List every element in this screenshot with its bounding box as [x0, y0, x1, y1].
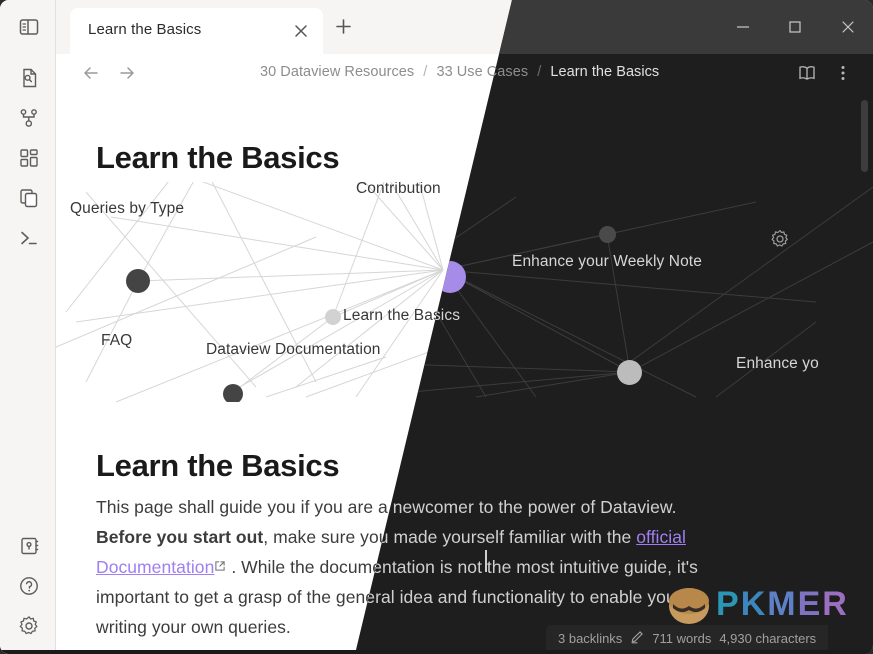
graph-node-enhance-your-weekly-note[interactable] [599, 226, 616, 243]
help-icon[interactable] [16, 573, 42, 599]
pkmer-wordmark: PKMER [716, 585, 849, 624]
terminal-icon[interactable] [16, 225, 42, 251]
graph-label-faq: FAQ [101, 332, 133, 349]
breadcrumb-separator: / [537, 64, 542, 80]
graph-label-contribution: Contribution [356, 182, 441, 197]
graph-icon[interactable] [16, 105, 42, 131]
pkmer-logo-icon [669, 588, 709, 624]
breadcrumb-item-0[interactable]: 30 Dataview Resources [260, 64, 414, 80]
graph-label-dataview-documentation: Dataview Documentation [206, 341, 381, 358]
maximize-button[interactable] [785, 17, 805, 37]
word-count[interactable]: 711 words [652, 631, 711, 646]
back-arrow-icon[interactable] [81, 63, 101, 83]
vertical-scrollbar[interactable] [861, 100, 868, 172]
official-documentation-link[interactable]: official [636, 527, 686, 547]
graph-node-unlabeled-dark[interactable] [617, 360, 642, 385]
pkmer-letter: R [822, 584, 849, 623]
breadcrumb-separator: / [423, 64, 428, 80]
vault-icon[interactable] [16, 533, 42, 559]
obsidian-window: Learn the Basics 30 Dataview Resources /… [0, 0, 873, 654]
tab-title: Learn the Basics [88, 21, 202, 38]
pkmer-letter: K [740, 584, 768, 623]
reading-mode-icon[interactable] [797, 63, 817, 83]
more-options-icon[interactable] [835, 63, 851, 83]
body-text: writing your own queries. [96, 617, 291, 637]
tab-learn-the-basics[interactable]: Learn the Basics [70, 8, 323, 54]
breadcrumb-item-2: Learn the Basics [550, 64, 660, 80]
official-documentation-link[interactable]: Documentation [96, 557, 214, 577]
body-line-5: writing your own queries. [96, 612, 291, 642]
graph-settings-gear-icon[interactable] [769, 228, 791, 250]
forward-arrow-icon[interactable] [117, 63, 137, 83]
pkmer-watermark: PKMER [666, 582, 849, 626]
pkmer-letter: E [797, 584, 823, 623]
text-cursor [485, 550, 487, 572]
external-link-icon [214, 551, 231, 581]
graph-label-queries-by-type: Queries by Type [70, 200, 185, 217]
graph-node-faq[interactable] [126, 269, 150, 293]
pkmer-letter: M [767, 584, 798, 623]
edit-pencil-icon[interactable] [630, 630, 644, 647]
close-window-button[interactable] [838, 17, 858, 37]
pkmer-letter: P [716, 584, 741, 623]
canvas-grid-icon[interactable] [16, 145, 42, 171]
graph-node-unlabeled[interactable] [223, 384, 243, 402]
graph-label-enhance-yo: Enhance yo [736, 355, 819, 372]
window-bottom-edge [0, 650, 873, 654]
page-title: Learn the Basics [96, 140, 340, 175]
toggle-sidebar-icon[interactable] [16, 14, 42, 40]
search-file-icon[interactable] [16, 65, 42, 91]
graph-label-enhance-your-weekly-note: Enhance your Weekly Note [512, 253, 702, 270]
minimize-button[interactable] [733, 17, 753, 37]
backlinks-count[interactable]: 3 backlinks [558, 631, 622, 646]
close-icon[interactable] [292, 22, 310, 40]
new-tab-icon[interactable] [334, 17, 353, 36]
section-heading: Learn the Basics [96, 448, 340, 483]
copy-files-icon[interactable] [16, 185, 42, 211]
body-bold-text: Before you start out [96, 527, 264, 547]
graph-node-dataview-documentation[interactable] [325, 309, 341, 325]
settings-gear-icon[interactable] [16, 613, 42, 639]
character-count[interactable]: 4,930 characters [719, 631, 816, 646]
status-bar: 3 backlinks 711 words 4,930 characters [546, 625, 829, 651]
